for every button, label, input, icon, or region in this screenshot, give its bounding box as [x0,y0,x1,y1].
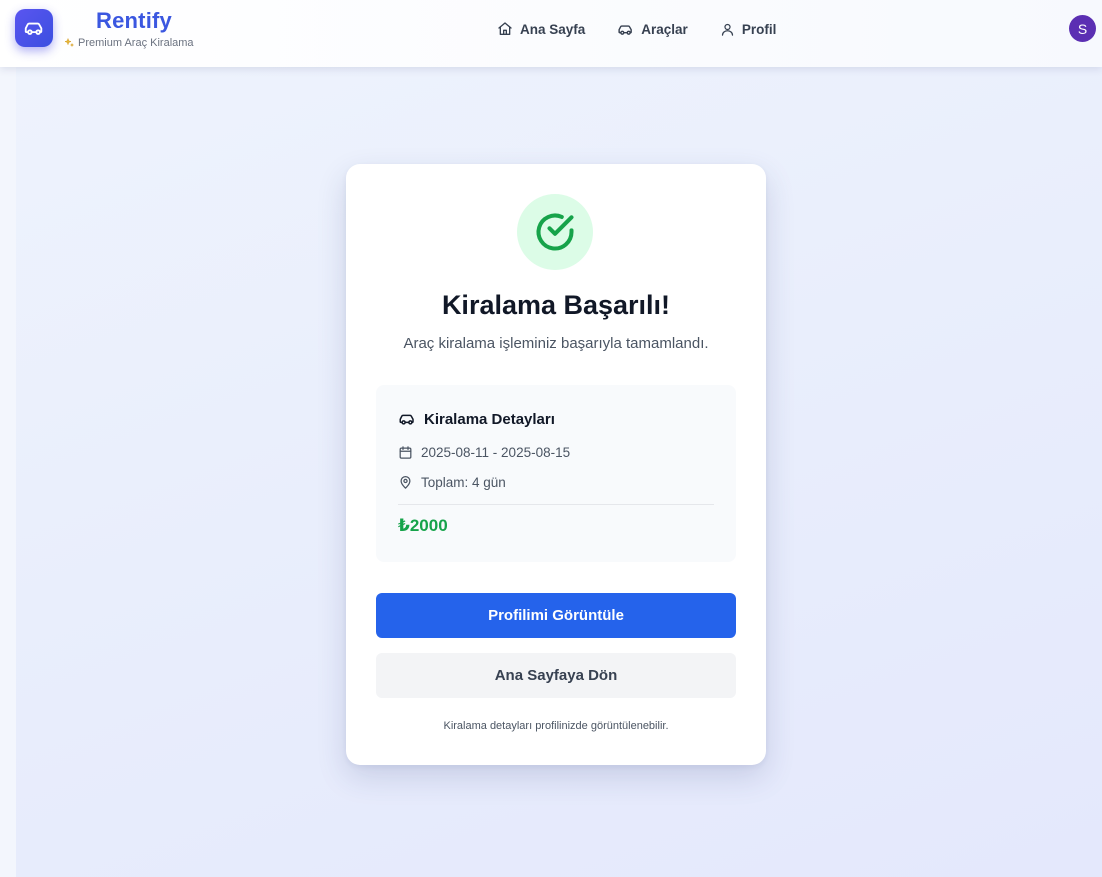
rental-total-duration: Toplam: 4 gün [421,475,506,490]
nav-item-profile[interactable]: Profil [720,21,777,37]
main-nav: Ana Sayfa Araçlar Profil [497,18,776,40]
success-subtitle: Araç kiralama işleminiz başarıyla tamaml… [403,335,709,352]
nav-item-cars[interactable]: Araçlar [617,21,688,38]
sparkles-icon [63,37,75,49]
calendar-icon [398,445,413,460]
brand-logo[interactable] [15,9,53,47]
rental-price: ₺2000 [398,516,448,535]
home-icon [497,21,513,37]
nav-item-profile-label: Profil [741,21,777,37]
car-icon [23,17,45,39]
check-circle-icon [533,210,577,254]
user-icon [720,22,735,37]
car-icon [398,410,416,428]
success-badge [517,194,593,270]
rental-success-card: Kiralama Başarılı! Araç kiralama işlemin… [346,164,766,765]
rental-date-range-row: 2025-08-11 - 2025-08-15 [398,445,570,460]
rental-details-panel: Kiralama Detayları 2025-08-11 - 2025-08-… [376,385,736,562]
details-divider [398,504,714,505]
user-avatar[interactable]: S [1069,15,1096,42]
back-to-home-button[interactable]: Ana Sayfaya Dön [376,653,736,698]
rental-details-heading: Kiralama Detayları [398,410,555,428]
rental-date-range: 2025-08-11 - 2025-08-15 [421,445,571,460]
profile-hint-text: Kiralama detayları profilinizde görüntül… [443,720,669,732]
brand-tagline: Premium Araç Kiralama [63,37,194,49]
view-profile-button[interactable]: Profilimi Görüntüle [376,593,736,638]
top-navbar: Rentify Premium Araç Kiralama Ana Sayfa [0,0,1102,67]
success-title: Kiralama Başarılı! [441,290,671,320]
nav-item-home[interactable]: Ana Sayfa [497,21,585,37]
car-icon [617,21,634,38]
map-pin-icon [398,475,413,490]
rental-details-heading-text: Kiralama Detayları [424,410,555,428]
rental-total-duration-row: Toplam: 4 gün [398,475,506,490]
nav-item-home-label: Ana Sayfa [520,21,586,37]
brand-name[interactable]: Rentify [96,8,172,34]
brand-tagline-text: Premium Araç Kiralama [78,37,194,49]
nav-item-cars-label: Araçlar [641,21,688,37]
